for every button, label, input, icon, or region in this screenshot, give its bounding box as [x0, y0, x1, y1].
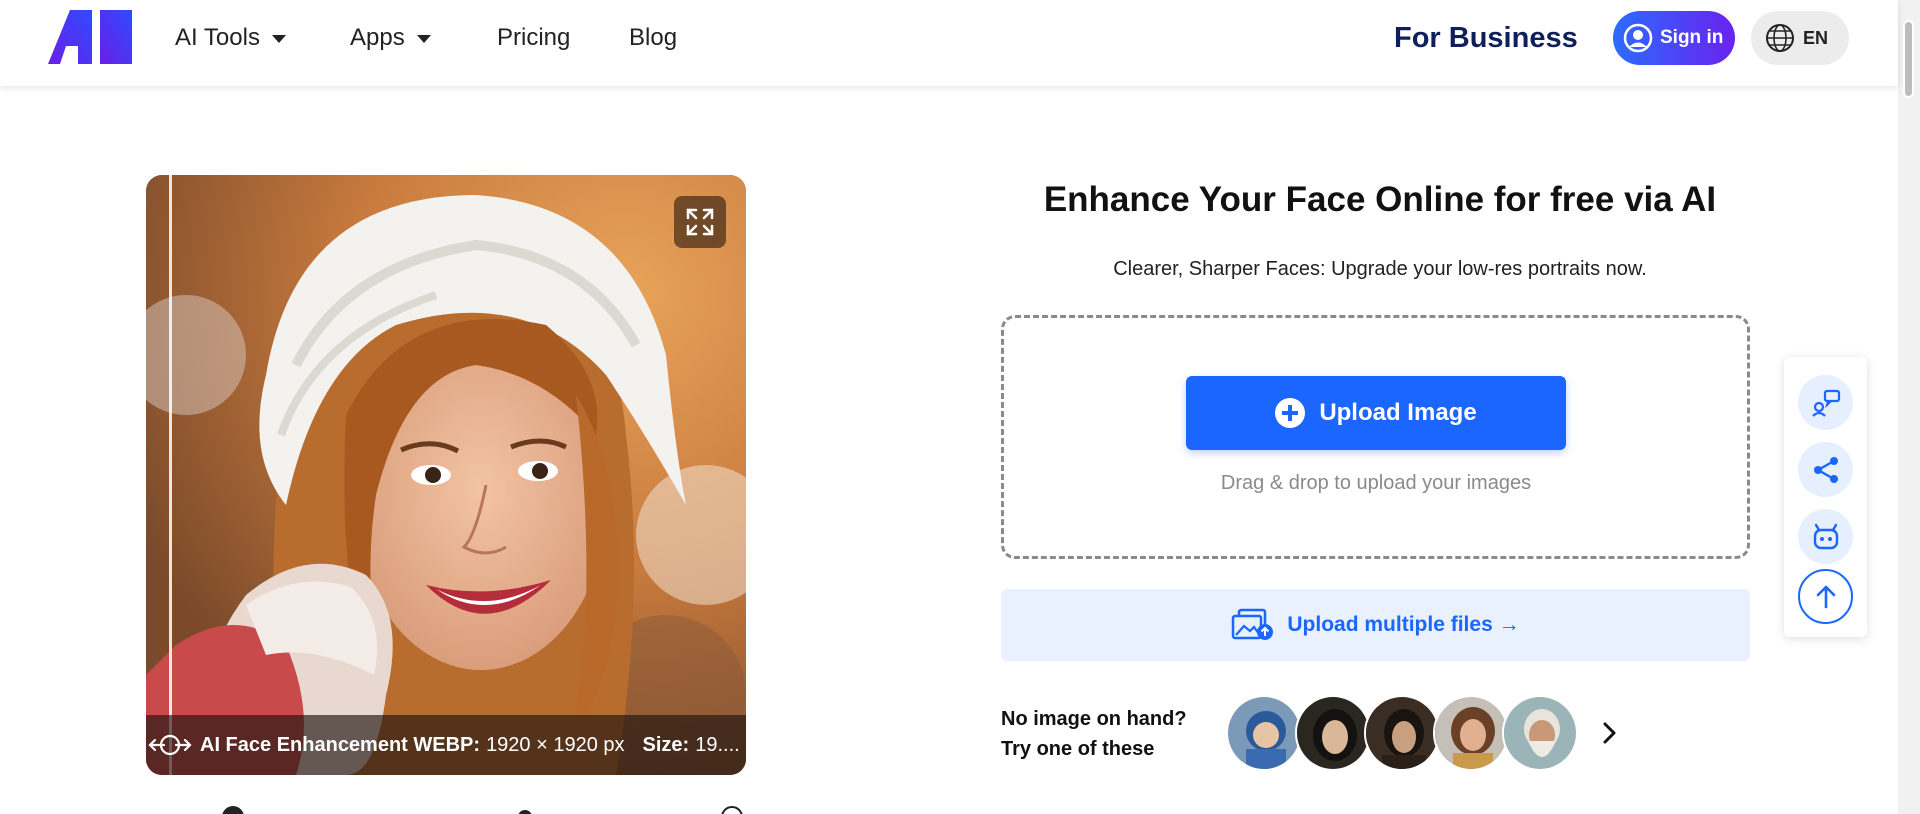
nav-apps-label: Apps	[350, 24, 405, 51]
comparison-divider[interactable]	[169, 175, 172, 775]
sample-thumbnail	[1435, 697, 1507, 769]
sample-thumbnail	[1504, 697, 1576, 769]
expand-icon	[686, 208, 714, 236]
sample-images-prompt: No image on hand? Try one of these	[1001, 704, 1187, 764]
back-to-top-icon	[1816, 585, 1835, 608]
sample-thumbnail	[1366, 697, 1438, 769]
sample-thumbnail	[1228, 697, 1300, 769]
page-scrollbar[interactable]	[1898, 0, 1920, 814]
upload-image-button[interactable]: Upload Image	[1186, 376, 1566, 450]
sample-image-5[interactable]	[1502, 695, 1578, 771]
share-button[interactable]	[1798, 442, 1853, 497]
caption-dimensions: 1920 × 1920 px	[486, 733, 625, 756]
next-section-icon	[518, 810, 532, 814]
chevron-down-icon	[271, 35, 286, 43]
plus-circle-icon	[1275, 398, 1306, 428]
top-header: AI Tools Apps Pricing Blog For Business …	[0, 0, 1898, 86]
before-after-preview[interactable]: AI Face Enhancement WEBP: 1920 × 1920 px…	[146, 175, 746, 775]
next-section-icon	[721, 806, 743, 814]
nav-apps[interactable]: Apps	[350, 24, 431, 52]
chevron-down-icon	[416, 35, 431, 43]
feedback-icon	[1811, 389, 1840, 417]
language-selector[interactable]: EN	[1751, 11, 1849, 65]
user-icon	[1623, 23, 1653, 53]
sample-images-list	[1226, 695, 1578, 771]
nav-blog[interactable]: Blog	[629, 24, 677, 52]
sign-in-label: Sign in	[1660, 27, 1724, 48]
back-to-top-button[interactable]	[1798, 569, 1853, 624]
image-info-caption: AI Face Enhancement WEBP: 1920 × 1920 px…	[146, 715, 746, 775]
nav-pricing[interactable]: Pricing	[497, 24, 570, 52]
upload-multiple-label: Upload multiple files →	[1287, 613, 1520, 636]
caption-size-label: Size:	[642, 733, 690, 756]
sample-prompt-line2: Try one of these	[1001, 738, 1155, 760]
ai-assistant-button[interactable]	[1798, 509, 1853, 564]
page-title: Enhance Your Face Online for free via AI	[1043, 180, 1717, 219]
scrollbar-thumb[interactable]	[1903, 20, 1914, 98]
portrait-image	[146, 175, 746, 775]
page-subtitle: Clearer, Sharper Faces: Upgrade your low…	[1113, 258, 1647, 280]
sample-image-1[interactable]	[1226, 695, 1302, 771]
sign-in-button[interactable]: Sign in	[1613, 11, 1735, 65]
for-business-link[interactable]: For Business	[1394, 22, 1578, 55]
feedback-button[interactable]	[1798, 375, 1853, 430]
upload-multiple-files-button[interactable]: Upload multiple files →	[1001, 589, 1750, 661]
fullscreen-button[interactable]	[674, 196, 726, 248]
upload-image-label: Upload Image	[1319, 399, 1477, 426]
caption-size-value: 19....	[695, 733, 740, 756]
sample-image-4[interactable]	[1433, 695, 1509, 771]
ai-logo[interactable]	[48, 10, 132, 64]
caption-file-name: AI Face Enhancement WEBP:	[200, 733, 481, 756]
multiple-images-icon	[1232, 608, 1274, 640]
sample-thumbnail	[1297, 697, 1369, 769]
chevron-right-icon[interactable]	[1598, 718, 1622, 748]
share-icon	[1813, 456, 1838, 483]
language-label: EN	[1803, 27, 1829, 48]
sample-image-3[interactable]	[1364, 695, 1440, 771]
globe-icon	[1766, 24, 1794, 52]
next-section-icon	[222, 806, 244, 814]
nav-blog-label: Blog	[629, 24, 678, 51]
nav-ai-tools-label: AI Tools	[175, 24, 260, 51]
drag-drop-hint: Drag & drop to upload your images	[1220, 472, 1532, 494]
drag-handle-icon[interactable]	[148, 727, 192, 763]
sample-prompt-line1: No image on hand?	[1001, 708, 1187, 730]
nav-pricing-label: Pricing	[497, 24, 571, 51]
floating-toolbar	[1784, 357, 1867, 637]
sample-image-2[interactable]	[1295, 695, 1371, 771]
bot-icon	[1813, 523, 1838, 549]
nav-ai-tools[interactable]: AI Tools	[175, 24, 286, 52]
